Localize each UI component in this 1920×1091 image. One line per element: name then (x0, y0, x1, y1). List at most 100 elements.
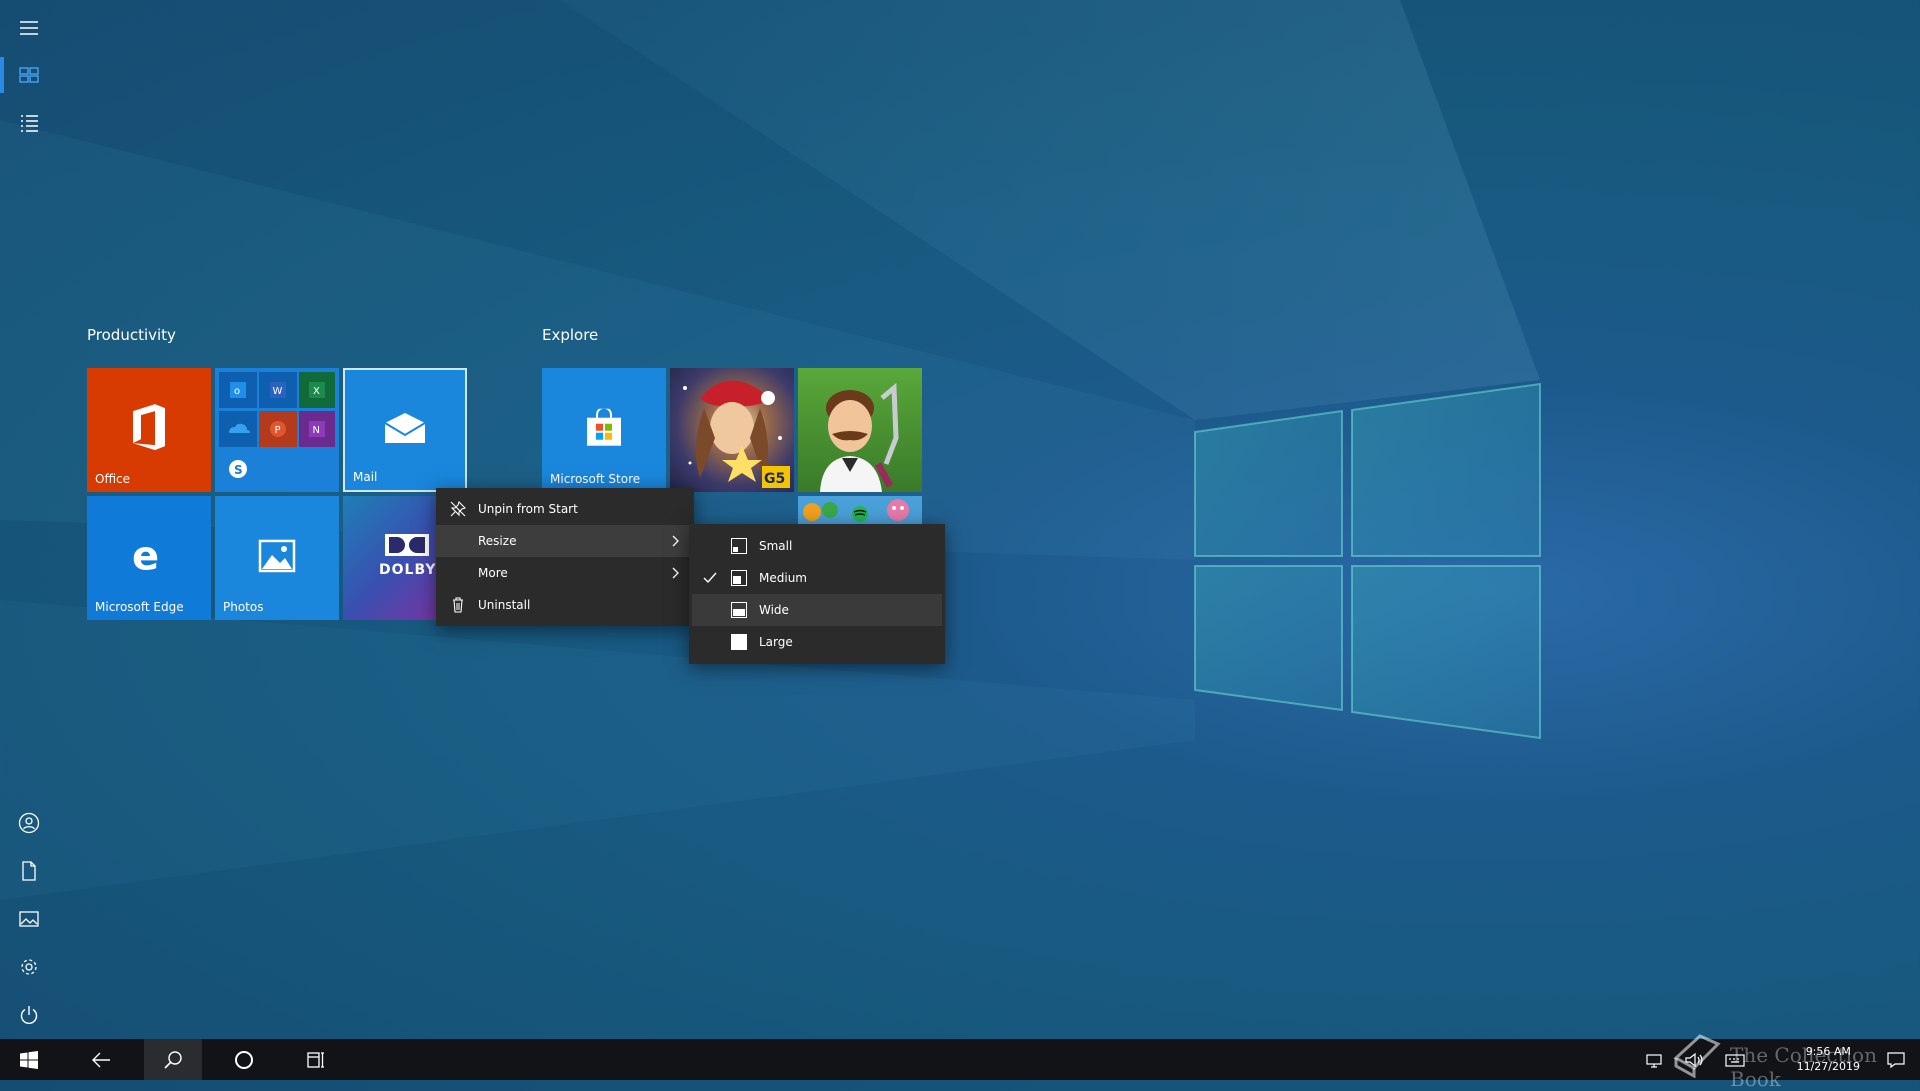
windows-logo-wallpaper (1194, 382, 1541, 740)
all-apps-button[interactable] (0, 99, 58, 147)
user-icon (18, 812, 40, 834)
photos-icon (258, 539, 296, 573)
word-mini-tile: W (259, 372, 297, 408)
gear-icon (21, 959, 37, 975)
hamburger-icon (20, 21, 38, 35)
skype-mini-tile: S (219, 450, 257, 488)
games-folder-art (803, 499, 909, 522)
pictures-icon (19, 911, 39, 927)
onenote-mini-tile: N (299, 411, 335, 447)
power-button[interactable] (0, 991, 58, 1039)
start-button[interactable] (0, 1039, 58, 1080)
menu-item-label: Large (759, 635, 793, 649)
tile-game-gardenscapes[interactable] (798, 368, 922, 492)
taskbar: 9:56 AM 11/27/2019 (0, 1039, 1920, 1080)
search-button[interactable] (144, 1039, 202, 1080)
menu-item-label: Unpin from Start (478, 502, 578, 516)
outlook-mini-tile: o (219, 372, 257, 408)
tile-office[interactable]: Office (87, 368, 211, 492)
watermark-text: The Collection Book (1730, 1043, 1877, 1091)
tiles-view-icon (19, 67, 39, 83)
svg-text:N: N (313, 425, 320, 436)
office-logo-icon (133, 404, 165, 451)
g5-badge: G5 (762, 466, 790, 488)
resize-option-medium[interactable]: Medium (689, 562, 945, 594)
size-medium-icon (731, 570, 747, 586)
edge-logo-icon: e (132, 536, 159, 576)
user-account-button[interactable] (0, 799, 58, 847)
menu-item-label: Uninstall (478, 598, 531, 612)
group-title-productivity[interactable]: Productivity (87, 326, 176, 344)
onedrive-icon (229, 423, 250, 433)
pictures-button[interactable] (0, 895, 58, 943)
tile-photos[interactable]: Photos (215, 496, 339, 620)
excel-icon: X (309, 382, 325, 398)
task-view-icon (307, 1051, 324, 1068)
size-large-icon (731, 634, 747, 650)
size-wide-icon (731, 602, 747, 618)
tile-office-apps-folder[interactable]: o W X P N S (215, 368, 339, 492)
resize-option-wide[interactable]: Wide (692, 594, 942, 626)
powerpoint-mini-tile: P (259, 411, 297, 447)
tile-label: Microsoft Edge (95, 600, 184, 614)
cortana-button[interactable] (215, 1039, 273, 1080)
svg-text:W: W (273, 386, 283, 397)
back-arrow-icon (92, 1052, 110, 1067)
svg-text:X: X (313, 386, 320, 397)
chevron-right-icon (672, 535, 679, 547)
tile-microsoft-edge[interactable]: e Microsoft Edge (87, 496, 211, 620)
trash-icon (453, 597, 463, 613)
menu-item-label: Resize (478, 534, 517, 548)
documents-button[interactable] (0, 847, 58, 895)
svg-text:S: S (234, 463, 243, 477)
menu-item-label: Small (759, 539, 793, 553)
size-small-icon (731, 538, 747, 554)
network-icon (1646, 1053, 1662, 1068)
tile-games-folder[interactable] (798, 496, 922, 524)
menu-item-uninstall[interactable]: Uninstall (436, 589, 694, 621)
task-view-button[interactable] (287, 1039, 345, 1080)
tile-label: Microsoft Store (550, 472, 641, 486)
skype-icon: S (229, 460, 247, 478)
menu-item-unpin[interactable]: Unpin from Start (436, 493, 694, 525)
windows-start-icon (20, 1050, 38, 1069)
tile-game-g5[interactable]: G5 (670, 368, 794, 492)
back-button[interactable] (72, 1039, 130, 1080)
menu-item-label: Wide (759, 603, 789, 617)
tile-label: Office (95, 472, 131, 486)
onedrive-mini-tile (219, 411, 257, 447)
tile-label: Photos (223, 600, 264, 614)
svg-text:P: P (275, 425, 281, 436)
svg-text:e: e (132, 536, 159, 576)
hamburger-menu-button[interactable] (0, 4, 58, 52)
menu-item-label: Medium (759, 571, 807, 585)
excel-mini-tile: X (299, 372, 335, 408)
resize-option-large[interactable]: Large (689, 626, 945, 658)
cortana-circle-icon (235, 1050, 253, 1069)
list-view-icon (21, 115, 38, 132)
menu-item-resize[interactable]: Resize (436, 525, 694, 557)
butler-character-art (820, 382, 899, 492)
chevron-right-icon (672, 567, 679, 579)
dolby-wordmark: DOLBY (379, 562, 437, 578)
resize-option-small[interactable]: Small (689, 530, 945, 562)
tile-microsoft-store[interactable]: Microsoft Store (542, 368, 666, 492)
search-icon (164, 1050, 182, 1069)
settings-button[interactable] (0, 943, 58, 991)
mail-envelope-icon (384, 412, 426, 443)
resize-submenu: Small Medium Wide Large (689, 524, 945, 664)
svg-text:o: o (234, 386, 240, 397)
menu-item-label: More (478, 566, 508, 580)
menu-item-more[interactable]: More (436, 557, 694, 589)
tile-mail[interactable]: Mail (343, 368, 467, 492)
pinned-tiles-button[interactable] (0, 51, 58, 99)
tile-label: Mail (353, 470, 378, 484)
onenote-icon: N (309, 421, 325, 437)
unpin-icon (450, 501, 466, 517)
document-icon (22, 861, 36, 881)
tile-context-menu: Unpin from Start Resize More Uninstall (436, 488, 694, 626)
checkmark-icon (703, 572, 717, 584)
tray-network-button[interactable] (1636, 1039, 1672, 1080)
power-icon (20, 1006, 38, 1024)
group-title-explore[interactable]: Explore (542, 326, 598, 344)
